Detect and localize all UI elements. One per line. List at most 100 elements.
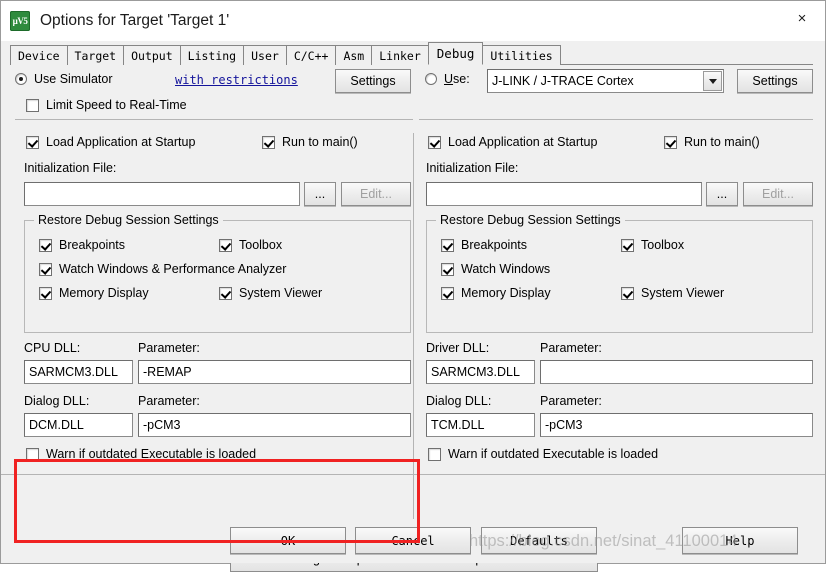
use-driver-label: Use: [444,72,470,86]
init-file-label-left: Initialization File: [24,161,117,175]
restore-session-title-left: Restore Debug Session Settings [34,213,223,227]
init-file-input-right[interactable] [426,182,702,206]
cancel-button[interactable]: Cancel [355,527,471,554]
checkbox-icon [441,238,454,252]
driver-parameter-input[interactable] [540,360,813,384]
checkbox-icon [26,135,39,149]
restore-breakpoints-label-right: Breakpoints [461,238,528,252]
warn-outdated-checkbox-right[interactable]: Warn if outdated Executable is loaded [428,447,658,461]
run-to-main-checkbox-left[interactable]: Run to main() [262,135,358,149]
checkbox-icon [428,135,441,149]
restore-watch-windows-checkbox-left[interactable]: Watch Windows & Performance Analyzer [39,262,286,276]
use-simulator-radio[interactable]: Use Simulator [15,72,113,86]
restore-session-group-left: Restore Debug Session Settings Breakpoin… [24,213,411,333]
restore-toolbox-checkbox-right[interactable]: Toolbox [621,238,684,252]
init-file-edit-button-right: Edit... [743,182,813,206]
use-driver-radio[interactable]: Use: [425,72,470,86]
dialog-footer: OK Cancel Defaults Help [1,519,825,563]
checkbox-icon [39,262,52,276]
cpu-dll-label: CPU DLL: [24,341,81,355]
tab-utilities[interactable]: Utilities [482,45,561,65]
load-app-at-startup-checkbox-right[interactable]: Load Application at Startup [428,135,597,149]
restore-system-viewer-checkbox-right[interactable]: System Viewer [621,286,724,300]
cpu-parameter-label: Parameter: [138,341,200,355]
tab-output[interactable]: Output [123,45,181,65]
run-to-main-label-right: Run to main() [684,135,760,149]
run-to-main-label-left: Run to main() [282,135,358,149]
restore-system-viewer-label-right: System Viewer [641,286,725,300]
restore-watch-windows-label-right: Watch Windows [461,262,551,276]
limit-speed-checkbox[interactable]: Limit Speed to Real-Time [26,98,187,112]
checkbox-icon [428,447,441,461]
use-simulator-label: Use Simulator [34,72,113,86]
dialog-dll-label-right: Dialog DLL: [426,394,492,408]
restore-breakpoints-checkbox-left[interactable]: Breakpoints [39,238,125,252]
restore-breakpoints-label-left: Breakpoints [59,238,126,252]
keil-uvision-icon: µV5 [10,11,30,31]
warn-outdated-label-right: Warn if outdated Executable is loaded [448,447,659,461]
restore-watch-windows-label-left: Watch Windows & Performance Analyzer [59,262,287,276]
tab-device[interactable]: Device [10,45,68,65]
checkbox-icon [26,447,39,461]
restore-memory-display-checkbox-left[interactable]: Memory Display [39,286,149,300]
checkbox-icon [664,135,677,149]
window-title: Options for Target 'Target 1' [40,12,230,29]
dialog-dll-input-left[interactable]: DCM.DLL [24,413,133,437]
checkbox-icon [39,238,52,252]
restore-toolbox-label-left: Toolbox [239,238,283,252]
checkbox-icon [26,98,39,112]
driver-settings-button[interactable]: Settings [737,69,813,93]
load-app-at-startup-checkbox-left[interactable]: Load Application at Startup [26,135,195,149]
restore-toolbox-checkbox-left[interactable]: Toolbox [219,238,282,252]
driver-select[interactable]: J-LINK / J-TRACE Cortex [487,69,724,93]
help-button[interactable]: Help [682,527,798,554]
restore-session-group-right: Restore Debug Session Settings Breakpoin… [426,213,813,333]
limit-speed-label: Limit Speed to Real-Time [46,98,187,112]
tab-linker[interactable]: Linker [371,45,429,65]
tab-asm[interactable]: Asm [335,45,373,65]
dialog-parameter-input-right[interactable]: -pCM3 [540,413,813,437]
restore-system-viewer-checkbox-left[interactable]: System Viewer [219,286,322,300]
tab-listing[interactable]: Listing [179,45,245,65]
run-to-main-checkbox-right[interactable]: Run to main() [664,135,760,149]
checkbox-icon [441,286,454,300]
left-section-divider [15,119,413,120]
checkbox-icon [621,286,634,300]
restore-memory-display-checkbox-right[interactable]: Memory Display [441,286,551,300]
cpu-dll-input[interactable]: SARMCM3.DLL [24,360,133,384]
with-restrictions-link[interactable]: with restrictions [175,73,298,87]
init-file-browse-button-right[interactable]: ... [706,182,738,206]
load-app-at-startup-label-left: Load Application at Startup [46,135,196,149]
simulator-settings-button[interactable]: Settings [335,69,411,93]
dialog-parameter-label-left: Parameter: [138,394,200,408]
restore-system-viewer-label-left: System Viewer [239,286,323,300]
chevron-down-icon[interactable] [703,71,722,91]
debug-tab-panel: Use Simulator with restrictions Settings… [1,65,825,572]
radio-dot-icon [425,73,437,85]
restore-watch-windows-checkbox-right[interactable]: Watch Windows [441,262,550,276]
restore-memory-display-label-left: Memory Display [59,286,149,300]
restore-breakpoints-checkbox-right[interactable]: Breakpoints [441,238,527,252]
tab-user[interactable]: User [243,45,287,65]
cpu-parameter-input[interactable]: -REMAP [138,360,411,384]
dialog-parameter-input-left[interactable]: -pCM3 [138,413,411,437]
warn-outdated-label-left: Warn if outdated Executable is loaded [46,447,257,461]
pane-divider [413,133,414,541]
init-file-input-left[interactable] [24,182,300,206]
ok-button[interactable]: OK [230,527,346,554]
dialog-dll-input-right[interactable]: TCM.DLL [426,413,535,437]
driver-dll-label: Driver DLL: [426,341,490,355]
options-dialog: µV5 Options for Target 'Target 1' × Devi… [0,0,826,572]
checkbox-icon [219,238,232,252]
init-file-edit-button-left: Edit... [341,182,411,206]
right-section-divider [419,119,813,120]
warn-outdated-checkbox-left[interactable]: Warn if outdated Executable is loaded [26,447,256,461]
tab-target[interactable]: Target [66,45,125,65]
close-icon[interactable]: × [779,1,825,35]
init-file-browse-button-left[interactable]: ... [304,182,336,206]
driver-dll-input[interactable]: SARMCM3.DLL [426,360,535,384]
checkbox-icon [621,238,634,252]
tab-cpp[interactable]: C/C++ [285,45,337,65]
defaults-button[interactable]: Defaults [481,527,597,554]
tab-debug[interactable]: Debug [427,42,484,65]
